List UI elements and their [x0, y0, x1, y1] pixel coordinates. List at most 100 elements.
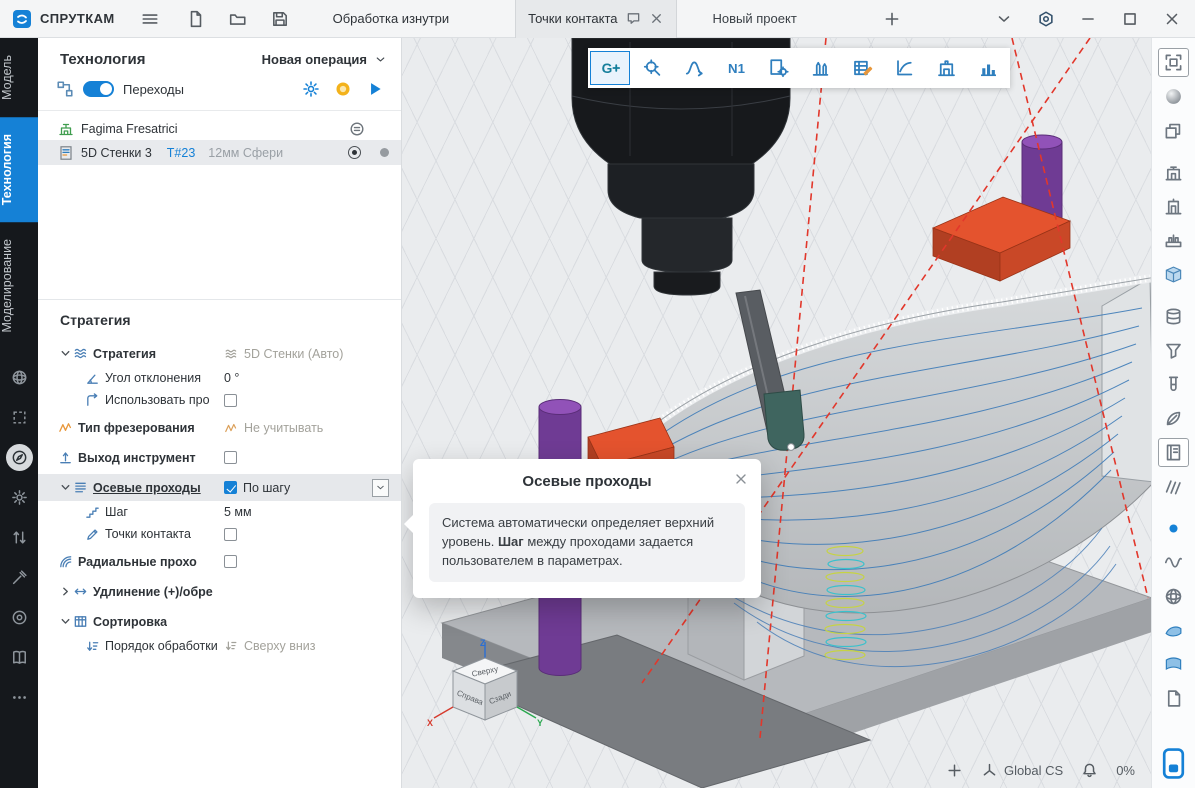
operation-settings-button[interactable] [758, 51, 798, 85]
model-sphere-icon[interactable] [6, 364, 33, 391]
checkbox[interactable] [224, 555, 237, 568]
collapse-icon[interactable] [58, 584, 73, 599]
machine-view-button[interactable] [1158, 158, 1189, 187]
nc-program-button[interactable]: N1 [716, 51, 756, 85]
expand-icon[interactable] [58, 480, 73, 495]
machine-parts-button[interactable] [1158, 192, 1189, 221]
notebook-button[interactable] [1158, 438, 1189, 467]
transitions-toggle[interactable] [83, 81, 114, 97]
code-editor-button[interactable] [842, 51, 882, 85]
prop-row-axial-passes[interactable]: Осевые проходы По шагу [38, 474, 401, 501]
machining-menu[interactable]: Обработка изнутри [333, 11, 450, 26]
prop-row-radial-passes[interactable]: Радиальные прохо [38, 548, 401, 575]
navigation-cube[interactable]: Z Сверху Справа Сзади X Y [422, 636, 548, 762]
selection-box-icon[interactable] [6, 404, 33, 431]
fit-view-button[interactable] [1158, 48, 1189, 77]
close-tab-icon[interactable] [649, 11, 664, 26]
prop-row-step[interactable]: Шаг 5 мм [38, 501, 401, 523]
layers-button[interactable] [1158, 116, 1189, 145]
probe-tube-button[interactable] [1158, 370, 1189, 399]
machine-row[interactable]: Fagima Fresatrici [38, 118, 401, 140]
surface-button[interactable] [1158, 616, 1189, 645]
smooth-leaf-button[interactable] [1158, 404, 1189, 433]
more-options-icon[interactable] [6, 684, 33, 711]
operation-radio[interactable] [348, 146, 361, 159]
document-tab-active[interactable]: Точки контакта [515, 0, 676, 38]
simulation-lamp-button[interactable] [333, 79, 353, 99]
tabs-dropdown-button[interactable] [993, 6, 1015, 32]
stock-disks-button[interactable] [1158, 302, 1189, 331]
prop-row-tool-exit[interactable]: Выход инструмент [38, 444, 401, 471]
add-button[interactable] [946, 762, 963, 779]
graph-button[interactable] [884, 51, 924, 85]
axial-passes-tooltip: Осевые проходы Система автоматически опр… [413, 459, 761, 598]
checkbox[interactable] [224, 394, 237, 407]
library-book-icon[interactable] [6, 644, 33, 671]
mesh-sphere-button[interactable] [1158, 582, 1189, 611]
prop-row-milling-type[interactable]: Тип фрезерования Не учитывать [38, 414, 401, 441]
notifications-bell-icon[interactable] [1081, 762, 1098, 779]
checkbox[interactable] [224, 528, 237, 541]
funnel-button[interactable] [1158, 336, 1189, 365]
sort-arrows-icon[interactable] [6, 524, 33, 551]
axis-y-label: Y [537, 718, 543, 728]
operation-row[interactable]: 5D Стенки 3 T#23 12мм Сфери [38, 140, 401, 165]
prop-row-machining-order[interactable]: Порядок обработки Сверху вниз [38, 635, 401, 657]
coordinate-system-selector[interactable]: Global CS [981, 762, 1063, 779]
point-button[interactable] [1158, 514, 1189, 543]
sketch-compass-icon[interactable] [6, 444, 33, 471]
side-panel-battery-icon[interactable] [1161, 747, 1186, 780]
main-menu-button[interactable] [137, 6, 163, 32]
maximize-button[interactable] [1119, 6, 1141, 32]
tool-rack-button[interactable] [800, 51, 840, 85]
new-tab-button[interactable] [879, 6, 905, 32]
prop-row-extension-trim[interactable]: Удлинение (+)/обре [38, 578, 401, 605]
cs-triad-icon [981, 762, 998, 779]
prop-row-deviation-angle[interactable]: Угол отклонения 0 ° [38, 367, 401, 389]
svg-text:N1: N1 [728, 61, 745, 76]
rail-tab-modeling[interactable]: Моделирование [0, 222, 38, 350]
probe-operation-button[interactable] [632, 51, 672, 85]
gcode-operation-button[interactable]: G [590, 51, 630, 85]
rail-tab-technology[interactable]: Технология [0, 117, 38, 222]
operation-settings-gear-button[interactable] [301, 79, 321, 99]
expand-icon[interactable] [58, 346, 73, 361]
settings-gear-icon[interactable] [6, 484, 33, 511]
axis-x-label: X [427, 718, 433, 728]
rail-tab-model[interactable]: Модель [0, 38, 38, 117]
machine-button[interactable] [926, 51, 966, 85]
fixture-vise-button[interactable] [1158, 226, 1189, 255]
spline-button[interactable] [1158, 548, 1189, 577]
tooltip-close-icon[interactable] [733, 471, 749, 487]
combo-dropdown-button[interactable] [372, 479, 389, 497]
document-tab-inactive[interactable]: Новый проект [701, 11, 809, 26]
close-window-button[interactable] [1161, 6, 1183, 32]
app-settings-button[interactable] [1035, 6, 1057, 32]
sheet-button[interactable] [1158, 650, 1189, 679]
new-document-button[interactable] [183, 6, 209, 32]
open-document-button[interactable] [225, 6, 251, 32]
workpiece-block-button[interactable] [1158, 260, 1189, 289]
axial-icon [73, 480, 88, 495]
row-menu-icon[interactable] [349, 121, 365, 137]
toolpath-operation-button[interactable] [674, 51, 714, 85]
tools-icon[interactable] [6, 564, 33, 591]
operation-name: 5D Стенки 3 [81, 146, 152, 160]
save-document-button[interactable] [267, 6, 293, 32]
run-button[interactable] [365, 79, 385, 99]
prop-row-contact-points[interactable]: Точки контакта [38, 523, 401, 545]
material-ring-icon[interactable] [6, 604, 33, 631]
minimize-button[interactable] [1077, 6, 1099, 32]
checkbox[interactable] [224, 481, 237, 494]
expand-icon[interactable] [58, 614, 73, 629]
checkbox[interactable] [224, 451, 237, 464]
hatch-button[interactable] [1158, 472, 1189, 501]
prop-row-strategy[interactable]: Стратегия 5D Стенки (Авто) [38, 340, 401, 367]
document-page-button[interactable] [1158, 684, 1189, 713]
prop-row-sorting[interactable]: Сортировка [38, 608, 401, 635]
statistics-button[interactable] [968, 51, 1008, 85]
viewport-3d[interactable]: G N1 Осевые проходы Система автоматически… [402, 38, 1151, 788]
shading-sphere-button[interactable] [1158, 82, 1189, 111]
prop-row-use-previous[interactable]: Использовать про [38, 389, 401, 411]
new-operation-button[interactable]: Новая операция [262, 52, 387, 67]
